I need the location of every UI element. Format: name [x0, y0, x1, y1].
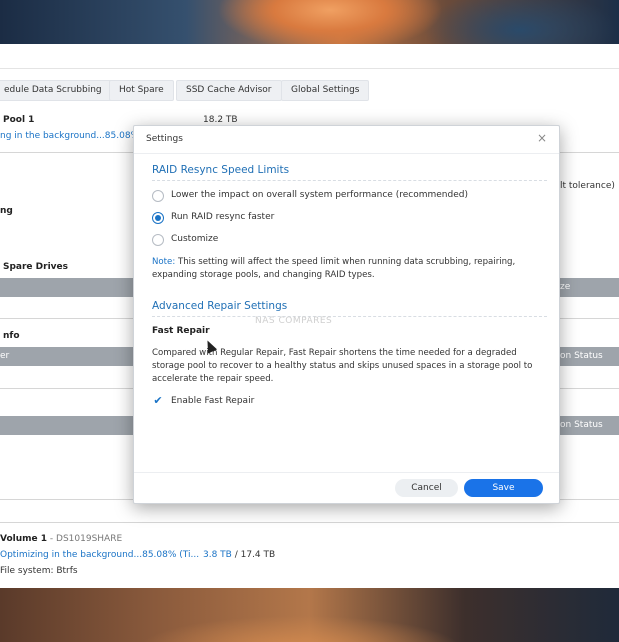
fast-repair-description: Compared with Regular Repair, Fast Repai…	[152, 348, 533, 384]
desktop-wallpaper-bottom	[0, 588, 619, 642]
radio-customize[interactable]	[152, 234, 164, 246]
repair-section-title: Advanced Repair Settings	[152, 300, 288, 312]
size-column-header: ze	[560, 282, 571, 292]
volume-total: / 17.4 TB	[231, 550, 276, 560]
dialog-footer-divider	[134, 472, 559, 473]
fast-repair-title: Fast Repair	[152, 326, 210, 336]
enable-fast-repair-checkbox[interactable]: ✔	[152, 395, 164, 407]
fault-tolerance-text: lt tolerance)	[560, 181, 615, 191]
spare-drives-label: Spare Drives	[3, 262, 68, 272]
ssd-cache-advisor-button[interactable]: SSD Cache Advisor	[176, 80, 282, 101]
option-run-faster-label[interactable]: Run RAID resync faster	[171, 212, 274, 222]
cancel-button[interactable]: Cancel	[395, 479, 458, 497]
pool-section-label: ng	[0, 206, 13, 216]
enable-fast-repair-label[interactable]: Enable Fast Repair	[171, 396, 254, 406]
radio-run-faster[interactable]	[152, 212, 164, 224]
note-text: This setting will affect the speed limit…	[152, 257, 516, 280]
volume-capacity: 3.8 TB / 17.4 TB	[203, 550, 275, 560]
dialog-header: Settings ×	[134, 126, 559, 154]
row-divider	[0, 522, 619, 523]
section-divider	[152, 180, 547, 181]
volume-title: Volume 1 - DS1019SHARE	[0, 534, 122, 544]
status-column-header: on Status	[560, 420, 603, 430]
pool-size: 18.2 TB	[203, 115, 238, 125]
volume-separator: -	[47, 534, 57, 544]
settings-dialog: Settings × RAID Resync Speed Limits Lowe…	[133, 125, 560, 504]
resync-section-title: RAID Resync Speed Limits	[152, 164, 290, 176]
option-customize-label[interactable]: Customize	[171, 234, 218, 244]
status-column-header: on Status	[560, 351, 603, 361]
volume-status: Optimizing in the background...85.08% (T…	[0, 550, 200, 560]
section-divider	[152, 316, 547, 317]
pool-status: ng in the background...85.08%	[0, 131, 140, 141]
toolbar-divider	[0, 68, 619, 69]
save-button[interactable]: Save	[464, 479, 543, 497]
volume-name: Volume 1	[0, 534, 48, 544]
hot-spare-button[interactable]: Hot Spare	[109, 80, 174, 101]
resync-note: Note: This setting will affect the speed…	[152, 256, 547, 282]
pool-title: Pool 1	[3, 115, 35, 125]
volume-used: 3.8 TB	[203, 550, 232, 560]
info-column-header: er	[0, 351, 10, 361]
dialog-title: Settings	[146, 134, 183, 144]
info-label: nfo	[3, 331, 20, 341]
close-icon[interactable]: ×	[537, 131, 547, 145]
desktop-wallpaper-top	[0, 0, 619, 44]
watermark: NAS COMPARES	[255, 316, 333, 326]
note-label: Note:	[152, 257, 176, 267]
volume-host: DS1019SHARE	[56, 534, 123, 544]
file-system-label: File system: Btrfs	[0, 566, 78, 576]
option-lower-impact-label[interactable]: Lower the impact on overall system perfo…	[171, 190, 468, 200]
radio-lower-impact[interactable]	[152, 190, 164, 202]
global-settings-button[interactable]: Global Settings	[281, 80, 370, 101]
schedule-data-scrubbing-button[interactable]: edule Data Scrubbing	[0, 80, 112, 101]
